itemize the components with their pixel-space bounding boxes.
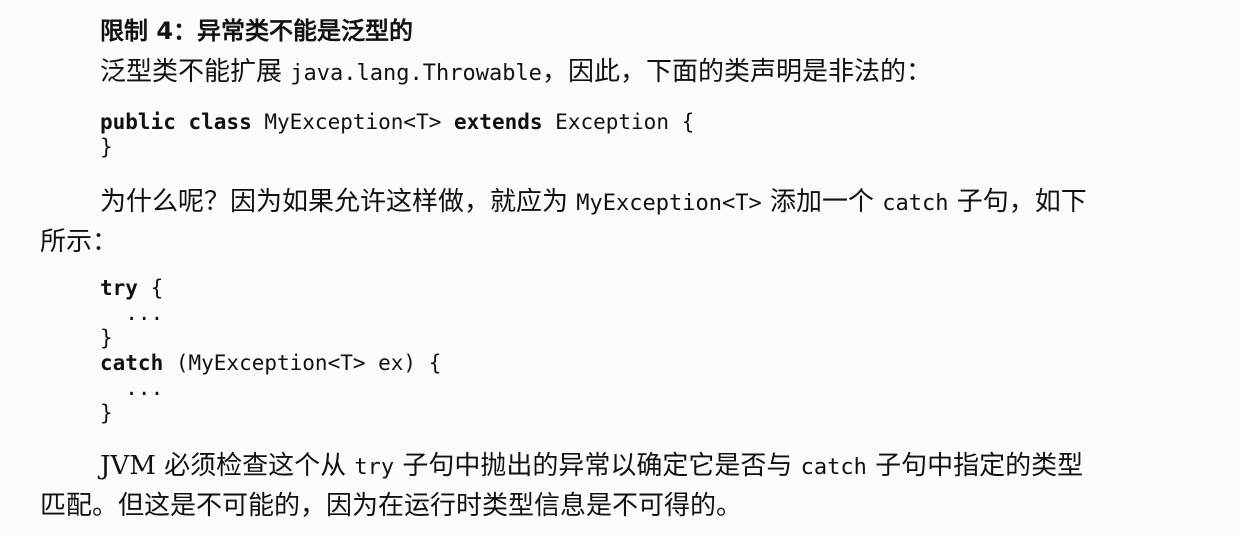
paragraph-jvm-line2: 匹配。但这是不可能的，因为在运行时类型信息是不可得的。	[40, 491, 743, 521]
code-block-try-catch: try { ...} catch (MyException<T> ex) { ..…	[100, 276, 441, 426]
code-line: ...	[100, 301, 164, 325]
code-line: ...	[100, 376, 164, 400]
inline-code-catch: catch	[800, 455, 867, 480]
code-keyword: try	[100, 276, 138, 300]
paragraph-why-line1: 为什么呢？因为如果允许这样做，就应为 MyException<T> 添加一个 c…	[100, 186, 1087, 220]
inline-code-try: try	[354, 455, 395, 480]
code-keyword: catch	[100, 351, 164, 375]
code-text: {	[137, 276, 164, 300]
paragraph-text: 子句中指定的类型	[866, 451, 1084, 481]
code-text: MyException<T>	[251, 110, 455, 134]
code-line: }	[100, 401, 113, 425]
paragraph-generic-throwable: 泛型类不能扩展 java.lang.Throwable，因此，下面的类声明是非法…	[100, 56, 932, 90]
paragraph-text: 子句中抛出的异常以确定它是否与	[394, 451, 801, 481]
code-line: public class MyException<T> extends Exce…	[100, 110, 694, 135]
code-line: try {	[100, 276, 441, 301]
code-text: Exception {	[542, 110, 695, 134]
paragraph-text: ，因此，下面的类声明是非法的：	[541, 57, 932, 87]
paragraph-why-line2: 所示：	[40, 227, 119, 257]
code-block-class-declaration: public class MyException<T> extends Exce…	[100, 110, 694, 160]
inline-code-myexception: MyException<T>	[576, 191, 762, 216]
code-keyword: extends	[454, 110, 543, 134]
code-keyword: public class	[100, 110, 252, 134]
inline-code-catch: catch	[882, 191, 949, 216]
code-line: }	[100, 135, 113, 159]
inline-code-throwable: java.lang.Throwable	[290, 61, 542, 86]
paragraph-text: JVM 必须检查这个从	[100, 451, 355, 481]
code-line: catch (MyException<T> ex) {	[100, 351, 441, 376]
document-page: 限制 4：异常类不能是泛型的 泛型类不能扩展 java.lang.Throwab…	[0, 0, 1240, 536]
paragraph-jvm-line1: JVM 必须检查这个从 try 子句中抛出的异常以确定它是否与 catch 子句…	[100, 450, 1083, 484]
code-line: }	[100, 326, 113, 350]
paragraph-text: 添加一个	[761, 187, 883, 217]
paragraph-text: 子句，如下	[948, 187, 1087, 217]
section-heading: 限制 4：异常类不能是泛型的	[100, 17, 414, 45]
paragraph-text: 泛型类不能扩展	[100, 57, 291, 87]
paragraph-text: 为什么呢？因为如果允许这样做，就应为	[100, 187, 577, 217]
code-text: (MyException<T> ex) {	[163, 351, 442, 375]
